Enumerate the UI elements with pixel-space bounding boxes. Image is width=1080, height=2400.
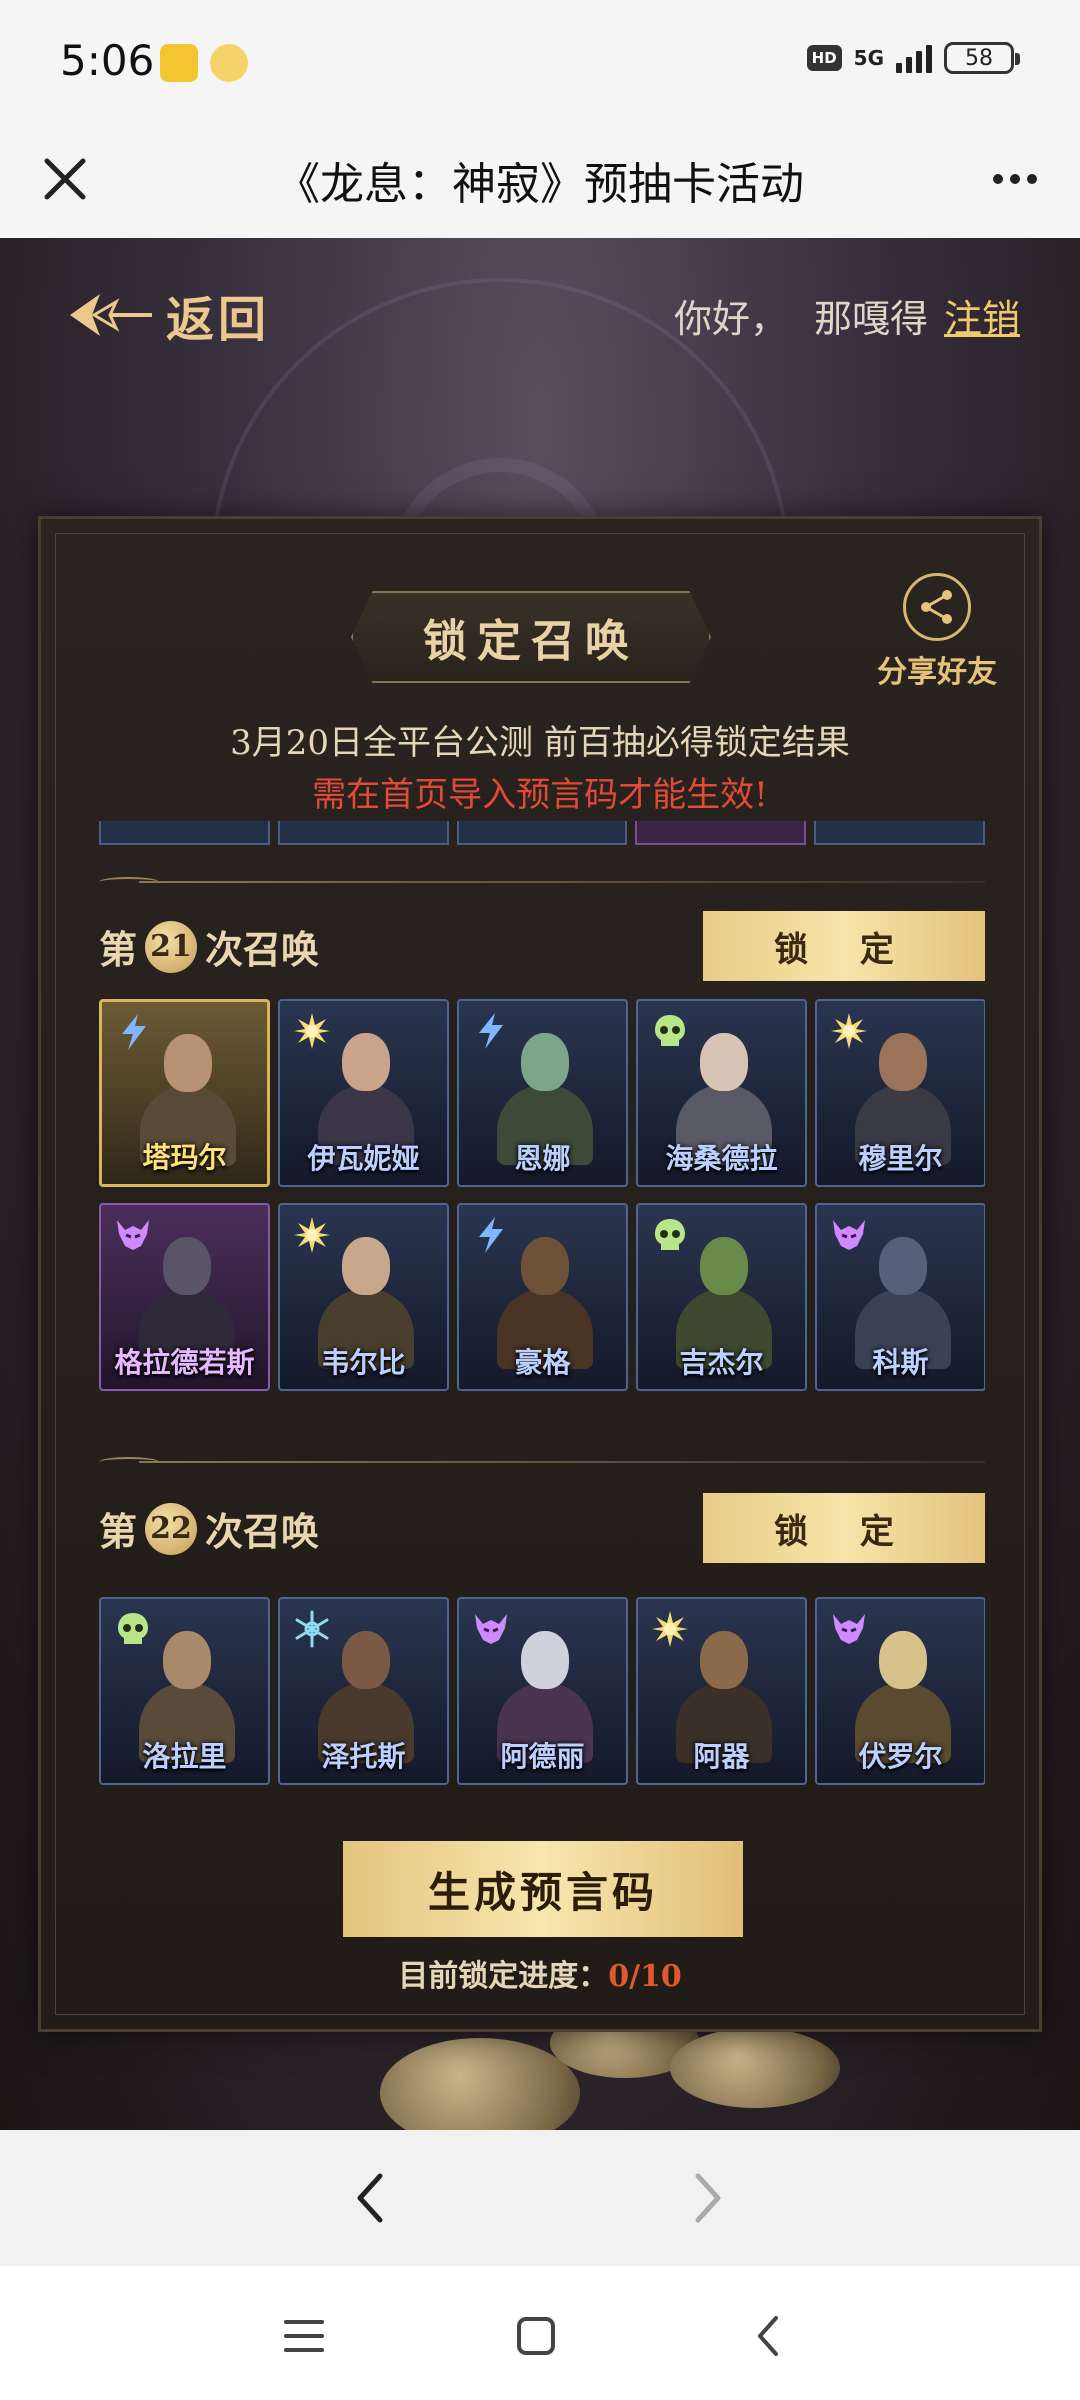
summon-number-badge: 22 — [145, 1502, 198, 1555]
hero-name: 伊瓦妮娅 — [307, 1142, 420, 1175]
app-notification-icon — [210, 44, 248, 82]
hero-name: 韦尔比 — [321, 1346, 406, 1379]
game-page: 返回 你好， 那嘎得 注销 锁定召唤 分享好友 3月20日全平台公测 前百抽必得锁定… — [0, 238, 1080, 2130]
status-bar: 5:06 HD 5G 58 — [0, 0, 1080, 120]
lightning-icon — [112, 1010, 156, 1054]
summon-label: 第 22 次召唤 — [99, 1501, 319, 1556]
summon-header-21: 第 21 次召唤 锁 定 — [99, 911, 985, 981]
hero-name: 阿德丽 — [500, 1740, 585, 1773]
browser-back-icon[interactable] — [330, 2158, 410, 2238]
panel-title-plate: 锁定召唤 — [351, 591, 711, 683]
browser-nav-bar — [0, 2130, 1080, 2266]
greeting-text: 你好， — [673, 297, 788, 341]
demon-icon — [111, 1213, 155, 1257]
hero-name: 泽托斯 — [321, 1740, 406, 1773]
sun-icon — [827, 1009, 871, 1053]
hero-grid-22: 洛拉里 泽托斯 阿德丽 阿器 伏罗尔 — [99, 1597, 985, 1785]
notice-text: 3月20日全平台公测 前百抽必得锁定结果 — [230, 723, 850, 763]
signal-icon — [896, 43, 932, 73]
battery-icon: 58 — [944, 42, 1020, 74]
panel-title: 锁定召唤 — [423, 616, 639, 667]
hero-card[interactable]: 豪格 — [457, 1203, 628, 1391]
close-icon[interactable] — [30, 144, 100, 214]
network-type: 5G — [853, 46, 884, 70]
back-button[interactable]: 返回 — [66, 280, 270, 350]
hero-card[interactable]: 洛拉里 — [99, 1597, 270, 1785]
section-divider — [99, 1457, 985, 1467]
hero-card[interactable]: 伏罗尔 — [815, 1597, 985, 1785]
hero-name: 科斯 — [872, 1346, 929, 1379]
hero-name: 吉杰尔 — [679, 1346, 764, 1379]
hero-card[interactable]: 恩娜 — [457, 999, 628, 1187]
hero-card[interactable]: 海桑德拉 — [636, 999, 807, 1187]
share-label: 分享好友 — [877, 655, 997, 690]
hero-name: 穆里尔 — [858, 1142, 943, 1175]
hero-card[interactable]: 科斯 — [815, 1203, 985, 1391]
battery-level: 58 — [965, 45, 993, 71]
hd-badge: HD — [806, 45, 842, 71]
hero-name: 海桑德拉 — [665, 1142, 778, 1175]
skull-icon — [648, 1213, 692, 1257]
lightning-icon — [469, 1213, 513, 1257]
sun-icon — [648, 1607, 692, 1651]
hero-card[interactable]: 穆里尔 — [815, 999, 985, 1187]
user-greeting: 你好， 那嘎得 注销 — [674, 288, 1020, 343]
sun-icon — [290, 1009, 334, 1053]
demon-icon — [827, 1213, 871, 1257]
hero-name: 豪格 — [514, 1346, 571, 1379]
hero-card[interactable]: 伊瓦妮娅 — [278, 999, 449, 1187]
back-label: 返回 — [166, 292, 271, 348]
hero-grid-21: 塔玛尔 伊瓦妮娅 恩娜 海桑德拉 穆里尔格拉德若斯 韦尔比 豪格 吉杰尔 科斯 — [99, 999, 985, 1391]
lock-button[interactable]: 锁 定 — [703, 911, 985, 981]
summon-number-badge: 21 — [145, 920, 198, 973]
hero-name: 伏罗尔 — [858, 1740, 943, 1773]
summon-label: 第 21 次召唤 — [99, 919, 319, 974]
app-notification-icon — [160, 44, 198, 82]
status-time: 5:06 — [60, 36, 155, 85]
system-back-icon[interactable] — [728, 2296, 808, 2376]
demon-icon — [827, 1607, 871, 1651]
progress-value: 0/10 — [608, 1959, 682, 1994]
lock-summon-panel: 锁定召唤 分享好友 3月20日全平台公测 前百抽必得锁定结果 需在首页导入预言码… — [38, 516, 1042, 2032]
hero-name: 阿器 — [693, 1740, 750, 1773]
section-divider — [99, 877, 985, 887]
generate-code-button[interactable]: 生成预言码 — [343, 1841, 743, 1937]
sun-icon — [290, 1213, 334, 1257]
hero-card[interactable]: 阿器 — [636, 1597, 807, 1785]
lock-button[interactable]: 锁 定 — [703, 1493, 985, 1563]
progress-label: 目前锁定进度： — [398, 1959, 609, 1994]
hero-card[interactable]: 泽托斯 — [278, 1597, 449, 1785]
hero-name: 洛拉里 — [142, 1740, 227, 1773]
back-arrow-icon — [70, 294, 152, 336]
summon-list[interactable]: 第 21 次召唤 锁 定 塔玛尔 伊瓦妮娅 恩娜 海桑德拉 穆里尔格拉德若斯 韦尔比 豪格 吉… — [99, 821, 985, 1793]
hero-card[interactable]: 塔玛尔 — [99, 999, 270, 1187]
hero-name: 塔玛尔 — [142, 1141, 227, 1174]
hero-name: 格拉德若斯 — [114, 1346, 255, 1379]
menu-icon[interactable] — [264, 2296, 344, 2376]
logout-link[interactable]: 注销 — [944, 297, 1020, 341]
demon-icon — [469, 1607, 513, 1651]
summon-header-22: 第 22 次召唤 锁 定 — [99, 1493, 985, 1563]
hero-name: 恩娜 — [514, 1142, 571, 1175]
share-button[interactable]: 分享好友 — [877, 573, 997, 691]
skull-icon — [648, 1009, 692, 1053]
skull-icon — [111, 1607, 155, 1651]
more-options-icon[interactable] — [980, 144, 1050, 214]
lock-progress: 目前锁定进度：0/10 — [41, 1951, 1039, 1995]
hero-card[interactable]: 韦尔比 — [278, 1203, 449, 1391]
system-nav-bar — [0, 2266, 1080, 2400]
page-title: 《龙息：神寂》预抽卡活动 — [276, 159, 804, 210]
share-icon — [903, 573, 971, 641]
hero-card[interactable]: 格拉德若斯 — [99, 1203, 270, 1391]
title-bar: 《龙息：神寂》预抽卡活动 — [0, 120, 1080, 238]
home-icon[interactable] — [496, 2296, 576, 2376]
previous-summon-row — [99, 821, 985, 845]
browser-forward-icon — [668, 2158, 748, 2238]
hero-card[interactable]: 阿德丽 — [457, 1597, 628, 1785]
hero-card[interactable]: 吉杰尔 — [636, 1203, 807, 1391]
snowflake-icon — [290, 1607, 334, 1651]
warning-text: 需在首页导入预言码才能生效! — [312, 775, 768, 815]
username: 那嘎得 — [813, 297, 928, 341]
lightning-icon — [469, 1009, 513, 1053]
